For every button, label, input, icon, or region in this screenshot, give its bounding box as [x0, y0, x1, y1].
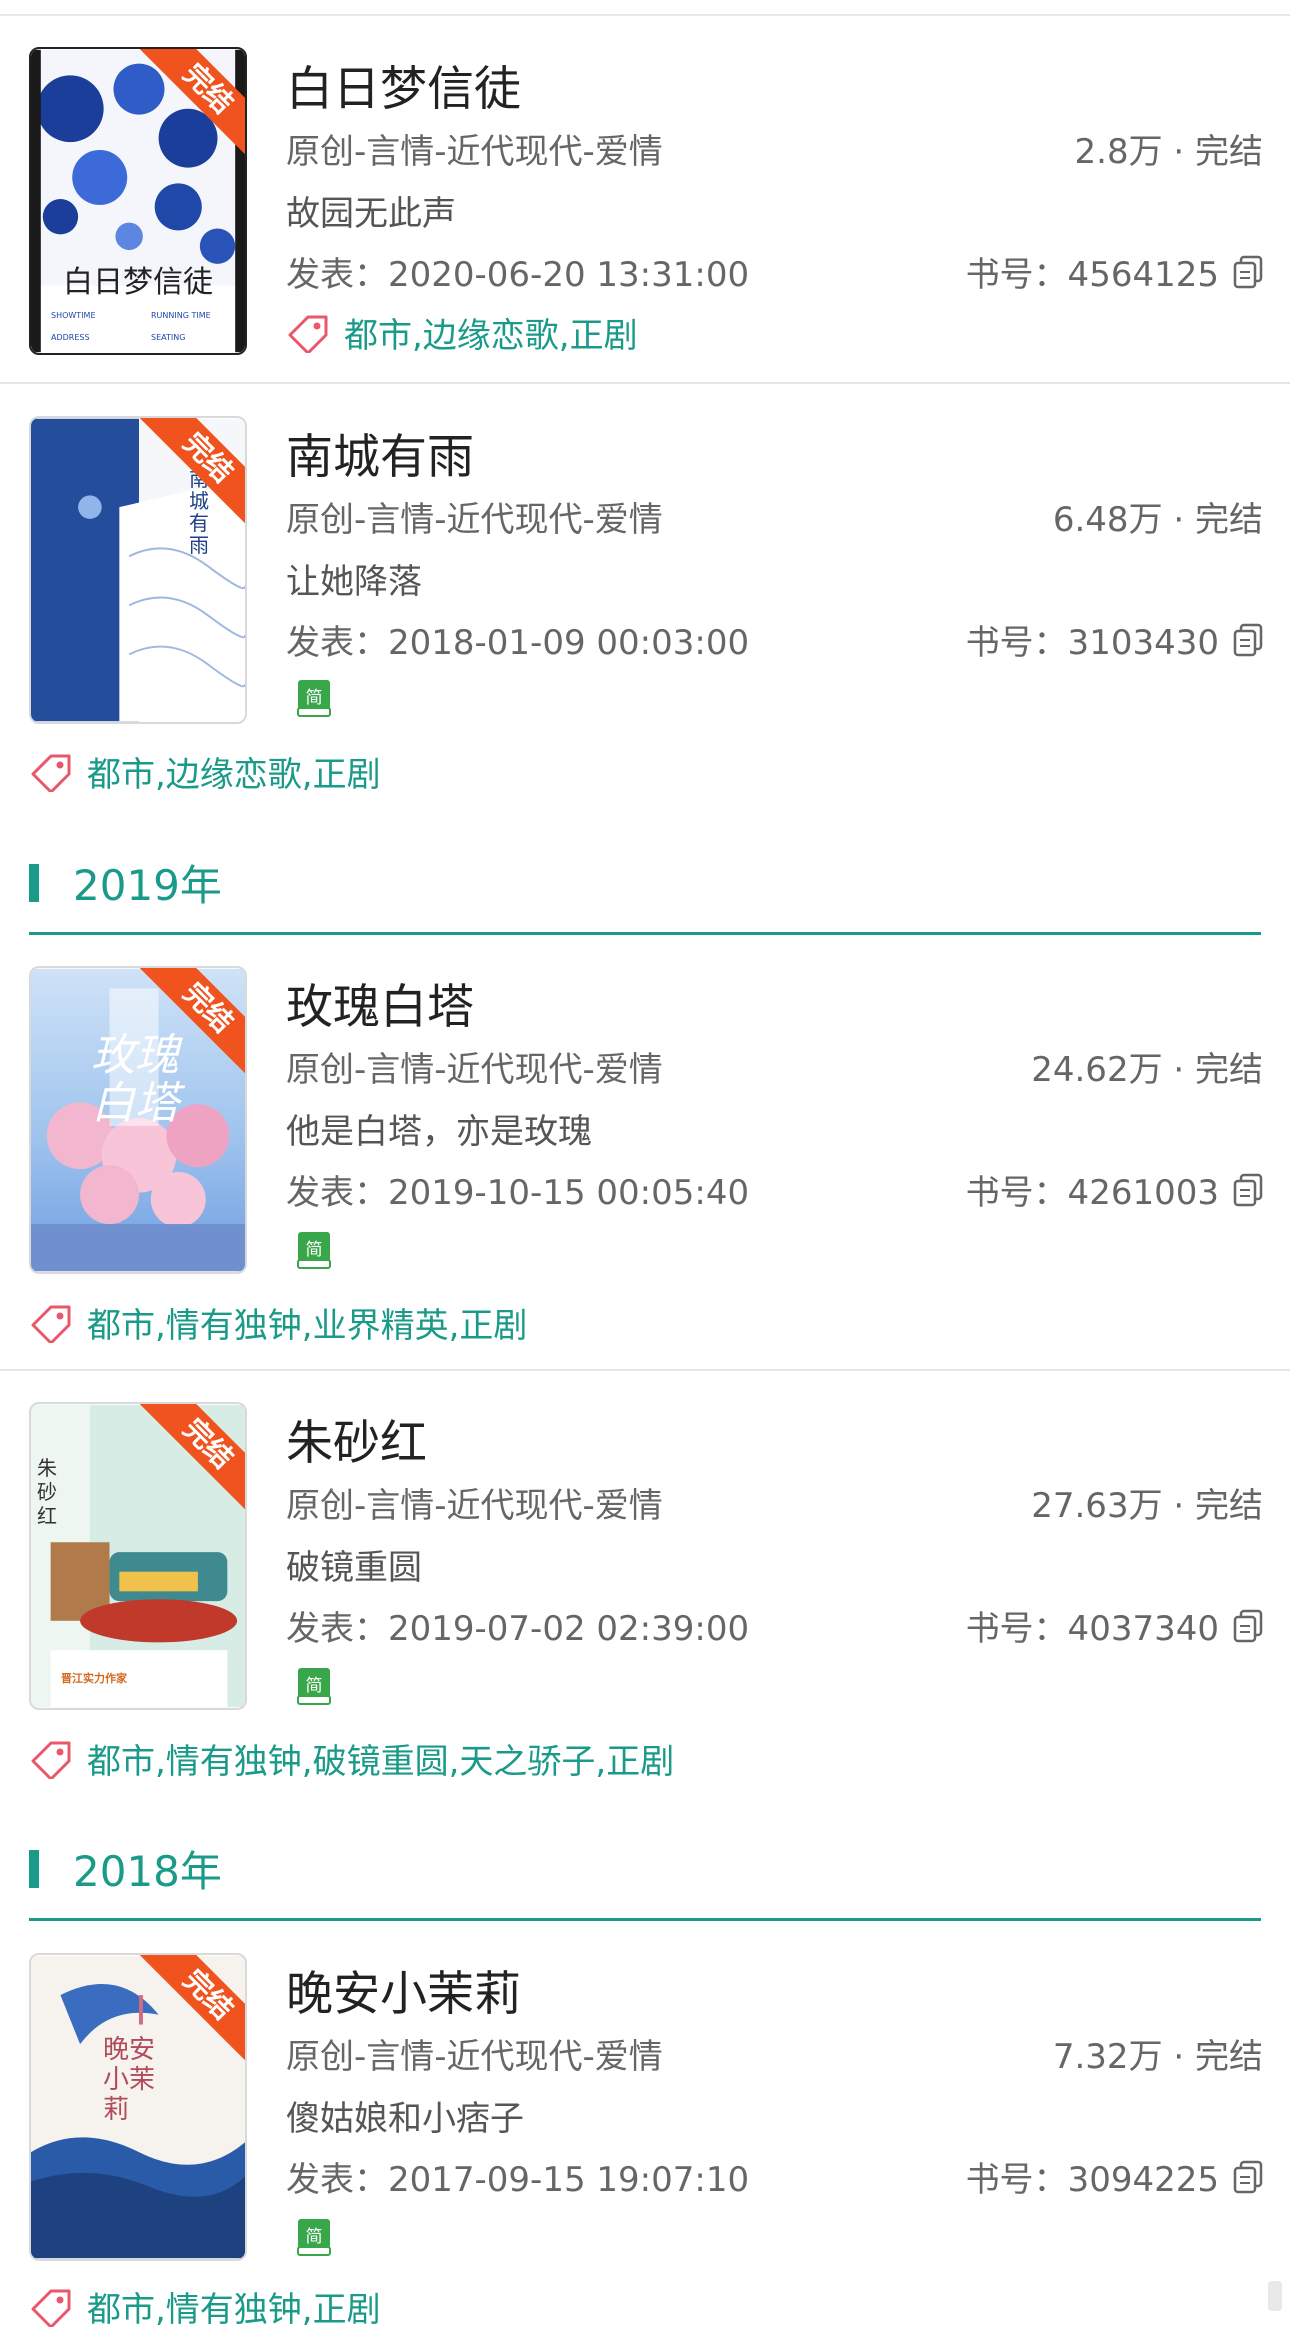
book-cover[interactable]: 玫瑰白塔 完结 — [29, 966, 247, 1274]
book-stats: 6.48万 · 完结 — [1052, 500, 1263, 540]
tag-text[interactable]: 都市,情有独钟,业界精英,正剧 — [87, 1298, 527, 1347]
tag-text[interactable]: 都市,边缘恋歌,正剧 — [87, 747, 381, 796]
tag-icon — [31, 754, 71, 792]
year-header: 2019年 — [29, 852, 222, 913]
book-desc: 他是白塔，亦是玫瑰 — [286, 1112, 592, 1152]
book-id-row: 书号：4261003 — [966, 1165, 1263, 1214]
tag-row[interactable]: 都市,边缘恋歌,正剧 — [29, 747, 381, 796]
scrollbar-thumb[interactable] — [1268, 2281, 1282, 2311]
book-desc: 傻姑娘和小痞子 — [286, 2099, 524, 2139]
copy-icon[interactable] — [1233, 623, 1263, 657]
year-header: 2018年 — [29, 1838, 222, 1899]
tag-text[interactable]: 都市,边缘恋歌,正剧 — [344, 308, 638, 357]
book-id-row: 书号：4037340 — [966, 1601, 1263, 1650]
copy-icon[interactable] — [1233, 1173, 1263, 1207]
cover-title: 玫瑰白塔 — [91, 1030, 179, 1129]
copy-icon[interactable] — [1233, 2160, 1263, 2194]
book-category: 原创-言情-近代现代-爱情 — [286, 132, 663, 172]
tag-icon — [288, 315, 328, 353]
book-id-row: 书号：4564125 — [966, 247, 1263, 296]
item-divider — [0, 382, 1290, 384]
book-id: 书号：4564125 — [965, 255, 1219, 295]
book-category: 原创-言情-近代现代-爱情 — [286, 2037, 663, 2077]
book-date: 发表：2019-07-02 02:39:00 — [286, 1609, 750, 1649]
book-cover[interactable]: 南城有雨 完结 — [29, 416, 247, 724]
book-stats: 7.32万 · 完结 — [1052, 2037, 1263, 2077]
book-id: 书号：3094225 — [965, 2160, 1219, 2200]
year-underline — [29, 932, 1261, 935]
book-category: 原创-言情-近代现代-爱情 — [286, 500, 663, 540]
book-id-row: 书号：3103430 — [966, 615, 1263, 664]
simplified-badge-text: 简 — [305, 1240, 323, 1260]
tag-icon — [31, 2289, 71, 2327]
book-id-row: 书号：3094225 — [966, 2152, 1263, 2201]
simplified-badge-icon: 简 — [296, 1666, 332, 1706]
top-divider — [0, 14, 1290, 16]
copy-icon[interactable] — [1233, 255, 1263, 289]
tag-icon — [31, 1305, 71, 1343]
year-underline — [29, 1918, 1261, 1921]
book-stats: 24.62万 · 完结 — [1031, 1050, 1263, 1090]
cover-small: 晋江实力作家 — [61, 1672, 127, 1685]
simplified-badge-icon: 简 — [296, 2217, 332, 2257]
book-category: 原创-言情-近代现代-爱情 — [286, 1050, 663, 1090]
book-date: 发表：2019-10-15 00:05:40 — [286, 1173, 750, 1213]
cover-small-1: SHOWTIME — [51, 311, 96, 320]
book-desc: 让她降落 — [286, 562, 422, 602]
book-date: 发表：2020-06-20 13:31:00 — [286, 255, 750, 295]
book-id: 书号：4261003 — [965, 1173, 1219, 1213]
book-stats: 27.63万 · 完结 — [1031, 1486, 1263, 1526]
tag-text[interactable]: 都市,情有独钟,破镜重圆,天之骄子,正剧 — [87, 1734, 674, 1783]
book-cover[interactable]: 晚安小茉莉 完结 — [29, 1953, 247, 2261]
cover-title: 白日梦信徒 — [63, 265, 213, 300]
year-label: 2018年 — [73, 1847, 222, 1896]
book-date: 发表：2018-01-09 00:03:00 — [286, 623, 750, 663]
cover-title: 朱砂红 — [37, 1456, 57, 1528]
cover-small-4: SEATING — [151, 333, 186, 342]
simplified-badge-text: 简 — [305, 2227, 323, 2247]
book-category: 原创-言情-近代现代-爱情 — [286, 1486, 663, 1526]
book-title[interactable]: 南城有雨 — [286, 418, 474, 487]
year-marker — [29, 863, 39, 902]
book-title[interactable]: 朱砂红 — [286, 1404, 427, 1473]
simplified-badge-icon: 简 — [296, 678, 332, 718]
tag-row[interactable]: 都市,边缘恋歌,正剧 — [286, 308, 638, 357]
cover-title: 晚安小茉莉 — [103, 2035, 156, 2125]
book-id: 书号：4037340 — [965, 1609, 1219, 1649]
cover-small-3: ADDRESS — [51, 333, 90, 342]
year-label: 2019年 — [73, 861, 222, 910]
book-title[interactable]: 晚安小茉莉 — [286, 1955, 521, 2024]
book-title[interactable]: 白日梦信徒 — [286, 50, 521, 119]
book-stats: 2.8万 · 完结 — [1074, 132, 1264, 172]
book-desc: 破镜重圆 — [286, 1548, 422, 1588]
year-marker — [29, 1849, 39, 1888]
book-cover[interactable]: 白日梦信徒 SHOWTIME RUNNING TIME ADDRESS SEAT… — [29, 47, 247, 355]
book-date: 发表：2017-09-15 19:07:10 — [286, 2160, 750, 2200]
copy-icon[interactable] — [1233, 1609, 1263, 1643]
tag-icon — [31, 1741, 71, 1779]
cover-small-2: RUNNING TIME — [151, 311, 211, 320]
tag-row[interactable]: 都市,情有独钟,破镜重圆,天之骄子,正剧 — [29, 1734, 674, 1783]
book-cover[interactable]: 朱砂红 晋江实力作家 完结 — [29, 1402, 247, 1710]
simplified-badge-text: 简 — [305, 1676, 323, 1696]
item-divider — [0, 1369, 1290, 1371]
tag-row[interactable]: 都市,情有独钟,业界精英,正剧 — [29, 1298, 527, 1347]
simplified-badge-text: 简 — [305, 688, 323, 708]
simplified-badge-icon: 简 — [296, 1230, 332, 1270]
book-id: 书号：3103430 — [965, 623, 1219, 663]
book-title[interactable]: 玫瑰白塔 — [286, 968, 474, 1037]
book-desc: 故园无此声 — [286, 194, 456, 234]
